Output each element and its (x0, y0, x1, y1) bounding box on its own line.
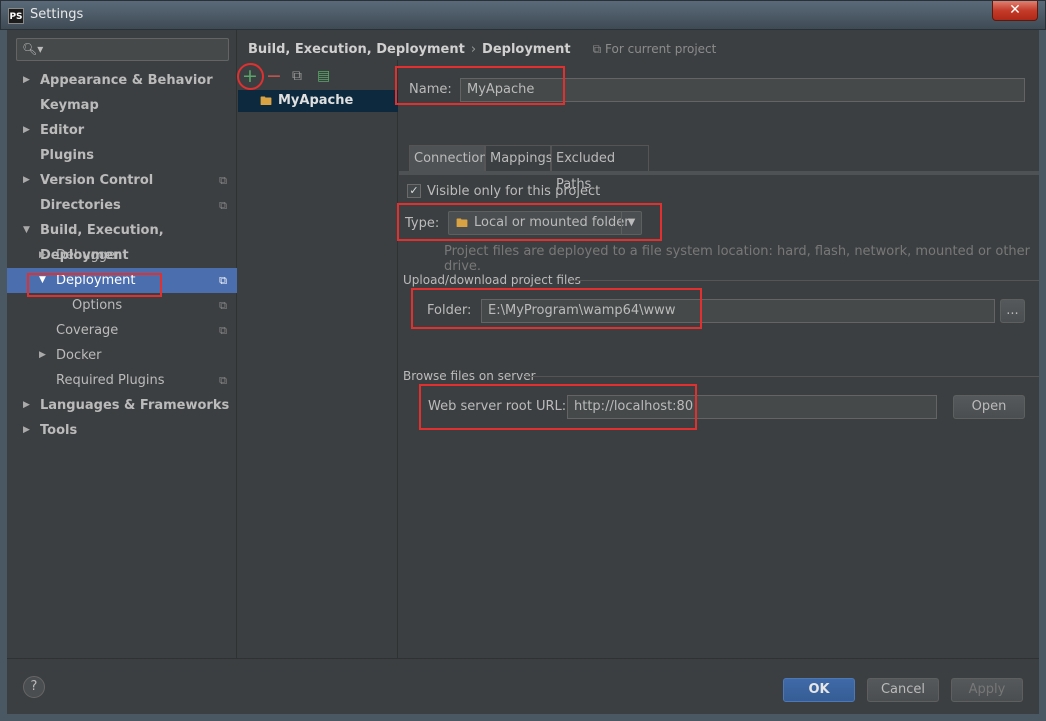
tree-item-editor[interactable]: ▶ Editor (7, 118, 237, 143)
tab-excluded-paths[interactable]: Excluded Paths (551, 145, 649, 192)
tree-item-label: Tools (40, 423, 78, 438)
search-icon: 🔍︎▾ (22, 42, 44, 56)
project-scope-icon: ⧉ (219, 274, 227, 287)
title-bar: PS Settings ✕ (0, 0, 1046, 30)
settings-dialog: 🔍︎▾ ▶ Appearance & Behavior Keymap ▶ Edi… (7, 30, 1039, 714)
tree-item-label: Options (72, 298, 123, 313)
tree-item-label: Debugger (56, 248, 121, 263)
apply-button[interactable]: Apply (951, 678, 1023, 702)
settings-tree: 🔍︎▾ ▶ Appearance & Behavior Keymap ▶ Edi… (7, 30, 237, 658)
browse-section-title: Browse files on server (403, 369, 536, 383)
tab-mappings[interactable]: Mappings (485, 145, 553, 171)
folder-input[interactable]: E:\MyProgram\wamp64\www (481, 299, 995, 323)
web-root-input[interactable]: http://localhost:80 (567, 395, 937, 419)
help-button[interactable]: ? (23, 676, 45, 698)
server-item-myapache[interactable]: 🖿︎ MyApache (238, 90, 398, 112)
expand-arrow-icon[interactable]: ▶ (23, 393, 30, 418)
tree-item-debugger[interactable]: ▶ Debugger (7, 243, 237, 268)
tree-item-label: Required Plugins (56, 373, 165, 388)
breadcrumb-separator: › (470, 42, 477, 57)
upload-section-title: Upload/download project files (403, 273, 581, 287)
section-divider (523, 376, 1039, 377)
tree-item-required-plugins[interactable]: Required Plugins ⧉ (7, 368, 237, 393)
open-url-button[interactable]: Open (953, 395, 1025, 419)
tree-item-appearance[interactable]: ▶ Appearance & Behavior (7, 68, 237, 93)
tree-item-label: Appearance & Behavior (40, 73, 213, 88)
window-title: Settings (30, 7, 84, 22)
tree-item-label: Deployment (56, 273, 136, 288)
tab-connection[interactable]: Connection (409, 145, 488, 171)
settings-search-input[interactable]: 🔍︎▾ (16, 38, 229, 61)
project-scope-icon: ⧉ (219, 199, 227, 212)
tree-item-label: Editor (40, 123, 85, 138)
scope-indicator: ⧉ For current project (593, 42, 717, 56)
visible-only-label: Visible only for this project (427, 184, 601, 199)
name-label: Name: (409, 82, 452, 97)
type-value: Local or mounted folder (474, 215, 630, 230)
tree-item-docker[interactable]: ▶ Docker (7, 343, 237, 368)
cancel-button[interactable]: Cancel (867, 678, 939, 702)
expand-arrow-icon[interactable]: ▶ (23, 168, 30, 193)
scope-label: For current project (605, 42, 717, 56)
breadcrumb-current: Deployment (482, 42, 571, 57)
tree-item-plugins[interactable]: Plugins (7, 143, 237, 168)
window-frame-left (0, 30, 7, 721)
tree-item-label: Keymap (40, 98, 99, 113)
expand-arrow-icon[interactable]: ▶ (23, 118, 30, 143)
tree-item-languages-frameworks[interactable]: ▶ Languages & Frameworks (7, 393, 237, 418)
tree-item-options[interactable]: Options ⧉ (7, 293, 237, 318)
tree-item-label: Directories (40, 198, 121, 213)
chevron-down-icon[interactable]: ▼ (621, 212, 641, 234)
dialog-footer: ? OK Cancel Apply (7, 658, 1039, 714)
name-input[interactable]: MyApache (460, 78, 1025, 102)
server-name: MyApache (278, 93, 354, 108)
type-select[interactable]: 🖿︎ Local or mounted folder ▼ (448, 211, 642, 235)
folder-server-icon: 🖿︎ (456, 216, 469, 230)
tree-item-label: Plugins (40, 148, 94, 163)
tree-item-build-execution-deployment[interactable]: ▼ Build, Execution, Deployment (7, 218, 237, 263)
tab-divider (399, 171, 1039, 175)
project-scope-icon: ⧉ (219, 374, 227, 387)
expand-arrow-icon[interactable]: ▶ (39, 343, 46, 368)
expand-arrow-icon[interactable]: ▶ (39, 243, 46, 268)
section-divider (571, 280, 1039, 281)
expand-arrow-icon[interactable]: ▶ (23, 68, 30, 93)
collapse-arrow-icon[interactable]: ▼ (23, 218, 30, 243)
tree-item-version-control[interactable]: ▶ Version Control ⧉ (7, 168, 237, 193)
web-root-label: Web server root URL: (428, 399, 567, 414)
window-frame-right (1039, 30, 1046, 721)
phpstorm-app-icon: PS (8, 8, 24, 24)
window-frame-bottom (0, 714, 1046, 721)
project-scope-icon: ⧉ (219, 174, 227, 187)
tree-item-label: Version Control (40, 173, 154, 188)
folder-label: Folder: (427, 303, 472, 318)
breadcrumb-parent: Build, Execution, Deployment (248, 42, 465, 57)
collapse-arrow-icon[interactable]: ▼ (39, 268, 46, 293)
deployment-config-panel: Name: MyApache Connection Mappings Exclu… (395, 60, 1039, 658)
server-list: 🖿︎ MyApache (238, 60, 398, 658)
type-label: Type: (405, 216, 440, 231)
ok-button[interactable]: OK (783, 678, 855, 702)
tree-item-label: Coverage (56, 323, 119, 338)
expand-arrow-icon[interactable]: ▶ (23, 418, 30, 443)
tree-item-coverage[interactable]: Coverage ⧉ (7, 318, 237, 343)
breadcrumb: Build, Execution, Deployment › Deployment ⧉… (248, 42, 716, 57)
close-window-button[interactable]: ✕ (992, 1, 1038, 21)
project-scope-icon: ⧉ (219, 299, 227, 312)
tree-item-label: Languages & Frameworks (40, 398, 230, 413)
folder-server-icon: 🖿︎ (260, 94, 273, 108)
tree-item-label: Docker (56, 348, 102, 363)
tree-item-keymap[interactable]: Keymap (7, 93, 237, 118)
project-scope-icon: ⧉ (219, 324, 227, 337)
tree-item-deployment[interactable]: ▼ Deployment ⧉ (7, 268, 237, 293)
browse-folder-button[interactable]: ... (1000, 299, 1025, 323)
tree-item-tools[interactable]: ▶ Tools (7, 418, 237, 443)
tree-item-directories[interactable]: Directories ⧉ (7, 193, 237, 218)
visible-only-checkbox[interactable]: ✓ (407, 184, 421, 198)
type-hint: Project files are deployed to a file sys… (444, 244, 1031, 274)
project-scope-icon: ⧉ (592, 42, 606, 56)
